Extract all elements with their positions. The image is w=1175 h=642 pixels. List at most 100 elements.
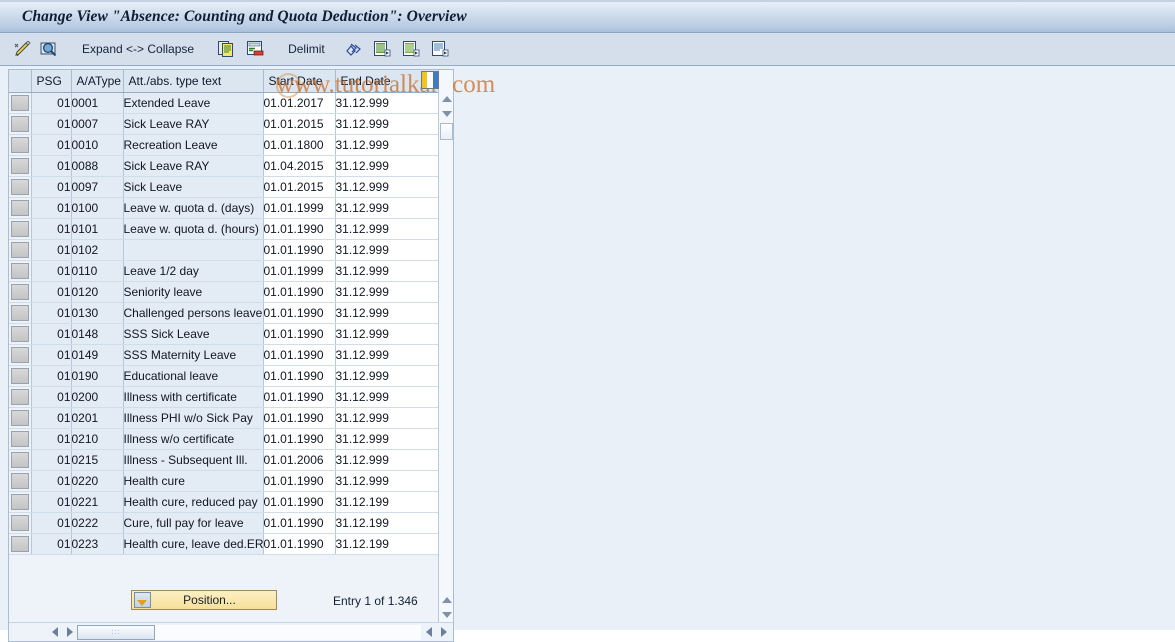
row-select-cell[interactable] [9, 365, 32, 387]
cell-start-date[interactable]: 01.01.1990 [263, 323, 336, 345]
cell-aatype[interactable]: 0190 [71, 365, 124, 387]
cell-type-text[interactable]: Leave 1/2 day [123, 260, 264, 282]
table-row[interactable]: 01 0097 Sick Leave 01.01.2015 31.12.999 [9, 176, 442, 198]
row-select-button[interactable] [10, 305, 29, 321]
cell-psg[interactable]: 01 [31, 449, 72, 471]
cell-aatype[interactable]: 0221 [71, 491, 124, 513]
cell-aatype[interactable]: 0201 [71, 407, 124, 429]
cell-end-date[interactable]: 31.12.999 [335, 176, 442, 198]
table-row[interactable]: 01 0190 Educational leave 01.01.1990 31.12.9… [9, 365, 442, 387]
table-row[interactable]: 01 0007 Sick Leave RAY 01.01.2015 31.12.999 [9, 113, 442, 135]
row-select-button[interactable] [10, 326, 29, 342]
column-config-icon[interactable] [421, 71, 439, 89]
row-select-cell[interactable] [9, 344, 32, 366]
cell-psg[interactable]: 01 [31, 260, 72, 282]
cell-end-date[interactable]: 31.12.199 [335, 491, 442, 513]
cell-psg[interactable]: 01 [31, 113, 72, 135]
cell-end-date[interactable]: 31.12.999 [335, 218, 442, 240]
row-select-button[interactable] [10, 95, 29, 111]
cell-aatype[interactable]: 0097 [71, 176, 124, 198]
select-all-icon[interactable] [340, 38, 366, 60]
row-select-button[interactable] [10, 347, 29, 363]
cell-type-text[interactable]: Illness - Subsequent Ill. [123, 449, 264, 471]
row-select-cell[interactable] [9, 323, 32, 345]
cell-psg[interactable]: 01 [31, 218, 72, 240]
cell-end-date[interactable]: 31.12.999 [335, 302, 442, 324]
row-select-cell[interactable] [9, 512, 32, 534]
row-select-button[interactable] [10, 137, 29, 153]
cell-aatype[interactable]: 0148 [71, 323, 124, 345]
row-select-cell[interactable] [9, 470, 32, 492]
cell-end-date[interactable]: 31.12.999 [335, 134, 442, 156]
cell-start-date[interactable]: 01.01.1990 [263, 302, 336, 324]
table-row[interactable]: 01 0201 Illness PHI w/o Sick Pay 01.01.1990… [9, 407, 442, 429]
cell-end-date[interactable]: 31.12.999 [335, 428, 442, 450]
table-row[interactable]: 01 0221 Health cure, reduced pay 01.01.1990… [9, 491, 442, 513]
cell-start-date[interactable]: 01.01.2015 [263, 113, 336, 135]
row-select-cell[interactable] [9, 386, 32, 408]
cell-type-text[interactable]: SSS Maternity Leave [123, 344, 264, 366]
cell-start-date[interactable]: 01.01.1990 [263, 386, 336, 408]
row-select-button[interactable] [10, 263, 29, 279]
scroll-down-icon[interactable] [439, 106, 453, 121]
table-row[interactable]: 01 0210 Illness w/o certificate 01.01.1990 3… [9, 428, 442, 450]
cell-start-date[interactable]: 01.01.1990 [263, 470, 336, 492]
cell-psg[interactable]: 01 [31, 365, 72, 387]
cell-aatype[interactable]: 0001 [71, 92, 124, 114]
table-row[interactable]: 01 0110 Leave 1/2 day 01.01.1999 31.12.999 [9, 260, 442, 282]
previous-entry-icon[interactable] [370, 38, 395, 60]
cell-end-date[interactable]: 31.12.999 [335, 260, 442, 282]
table-row[interactable]: 01 0222 Cure, full pay for leave 01.01.1990… [9, 512, 442, 534]
row-select-cell[interactable] [9, 533, 32, 555]
cell-psg[interactable]: 01 [31, 176, 72, 198]
row-select-button[interactable] [10, 200, 29, 216]
cell-aatype[interactable]: 0102 [71, 239, 124, 261]
cell-type-text[interactable]: Illness w/o certificate [123, 428, 264, 450]
scroll-page-up-icon[interactable] [439, 592, 453, 607]
row-select-cell[interactable] [9, 155, 32, 177]
cell-type-text[interactable]: Challenged persons leave [123, 302, 264, 324]
row-select-cell[interactable] [9, 113, 32, 135]
cell-end-date[interactable]: 31.12.999 [335, 281, 442, 303]
row-select-button[interactable] [10, 116, 29, 132]
row-select-button[interactable] [10, 431, 29, 447]
cell-psg[interactable]: 01 [31, 197, 72, 219]
row-select-button[interactable] [10, 368, 29, 384]
cell-start-date[interactable]: 01.01.1990 [263, 365, 336, 387]
row-select-button[interactable] [10, 221, 29, 237]
cell-type-text[interactable]: SSS Sick Leave [123, 323, 264, 345]
cell-start-date[interactable]: 01.01.1990 [263, 344, 336, 366]
cell-psg[interactable]: 01 [31, 407, 72, 429]
cell-end-date[interactable]: 31.12.999 [335, 155, 442, 177]
cell-start-date[interactable]: 01.01.1990 [263, 512, 336, 534]
cell-type-text[interactable]: Extended Leave [123, 92, 264, 114]
cell-psg[interactable]: 01 [31, 281, 72, 303]
cell-start-date[interactable]: 01.01.1999 [263, 260, 336, 282]
cell-end-date[interactable]: 31.12.199 [335, 533, 442, 555]
cell-type-text[interactable] [123, 239, 264, 261]
cell-aatype[interactable]: 0200 [71, 386, 124, 408]
cell-aatype[interactable]: 0222 [71, 512, 124, 534]
cell-start-date[interactable]: 01.01.1990 [263, 281, 336, 303]
cell-start-date[interactable]: 01.04.2015 [263, 155, 336, 177]
column-header-aatype[interactable]: A/AType [71, 70, 124, 93]
display-change-icon[interactable] [10, 38, 36, 60]
cell-type-text[interactable]: Health cure, reduced pay [123, 491, 264, 513]
row-select-cell[interactable] [9, 428, 32, 450]
table-row[interactable]: 01 0001 Extended Leave 01.01.2017 31.12.999 [9, 92, 442, 114]
row-select-cell[interactable] [9, 92, 32, 114]
table-row[interactable]: 01 0120 Seniority leave 01.01.1990 31.12.999 [9, 281, 442, 303]
cell-start-date[interactable]: 01.01.2017 [263, 92, 336, 114]
details-icon[interactable] [428, 38, 453, 60]
copy-as-icon[interactable] [214, 38, 239, 60]
row-select-button[interactable] [10, 452, 29, 468]
row-select-cell[interactable] [9, 239, 32, 261]
cell-aatype[interactable]: 0088 [71, 155, 124, 177]
cell-aatype[interactable]: 0215 [71, 449, 124, 471]
cell-psg[interactable]: 01 [31, 155, 72, 177]
cell-start-date[interactable]: 01.01.2006 [263, 449, 336, 471]
row-select-cell[interactable] [9, 491, 32, 513]
cell-end-date[interactable]: 31.12.999 [335, 386, 442, 408]
cell-start-date[interactable]: 01.01.2015 [263, 176, 336, 198]
table-vertical-scrollbar[interactable] [438, 70, 453, 622]
